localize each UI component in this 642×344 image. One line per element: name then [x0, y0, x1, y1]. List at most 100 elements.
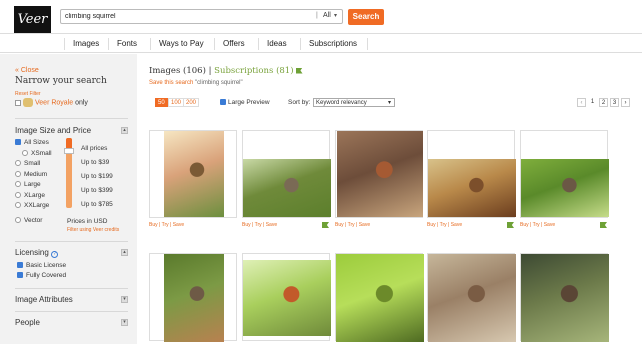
per-page-100[interactable]: 100	[168, 98, 185, 107]
price-39[interactable]: Up to $39	[81, 159, 109, 166]
scope-divider: |	[316, 12, 318, 19]
page-1[interactable]: 1	[588, 98, 597, 107]
chevron-down-icon[interactable]: ▾	[334, 12, 337, 19]
top-bar: Veer | All ▾ Search	[0, 0, 642, 33]
thumbnail-squirrel-climbing-bark[interactable]	[149, 253, 237, 342]
size-all-sizes[interactable]: All Sizes	[15, 139, 49, 146]
nav-item-images[interactable]: Images	[64, 38, 99, 50]
thumbnail-actions[interactable]: Buy | Try | Save	[335, 222, 370, 228]
price-slider[interactable]	[64, 138, 74, 208]
price-all[interactable]: All prices	[81, 145, 107, 152]
expand-icon[interactable]: ▾	[121, 319, 128, 326]
thumbnail-image[interactable]	[521, 159, 609, 217]
radio-icon	[22, 150, 28, 157]
thumbnail-squirrel-facing-camera[interactable]	[427, 130, 516, 218]
size-xxlarge[interactable]: XXLarge	[15, 202, 49, 209]
veer-logo[interactable]: Veer	[14, 6, 51, 33]
search-scope-select[interactable]: All	[323, 12, 331, 19]
search-input[interactable]	[65, 11, 305, 22]
price-785[interactable]: Up to $785	[81, 201, 113, 208]
thumbnail-image[interactable]	[428, 159, 516, 217]
sort-select[interactable]: Keyword relevancy ▾	[313, 98, 395, 107]
size-medium[interactable]: Medium	[15, 171, 47, 178]
thumbnail-squirrel-on-tree-trunk[interactable]	[335, 130, 423, 218]
royale-label: Veer Royale	[35, 99, 74, 107]
thumbnail-image[interactable]	[337, 131, 423, 217]
size-vector[interactable]: Vector	[15, 217, 42, 224]
thumbnail-squirrel-upside-down-green[interactable]	[335, 253, 424, 342]
thumbnail-squirrel-on-grass[interactable]	[242, 130, 331, 218]
thumbnail-actions[interactable]: Buy | Try | Save	[520, 222, 555, 228]
license-fully-covered[interactable]: Fully Covered	[17, 272, 66, 279]
search-button[interactable]: Search	[348, 9, 384, 25]
close-filters-link[interactable]: « Close	[15, 67, 39, 74]
size-label: Large	[24, 181, 41, 188]
thumbnail-image[interactable]	[243, 260, 331, 336]
thumbnail-squirrel-on-trunk-green[interactable]	[520, 130, 609, 218]
size-large[interactable]: Large	[15, 181, 41, 188]
divider	[15, 311, 128, 312]
people-heading[interactable]: People	[15, 318, 40, 327]
radio-icon	[15, 160, 21, 167]
thumbnail-image[interactable]	[164, 131, 224, 217]
size-xlarge[interactable]: XLarge	[15, 192, 45, 199]
veer-royale-filter[interactable]: Veer Royale only	[15, 98, 88, 107]
size-small[interactable]: Small	[15, 160, 40, 167]
sidebar-heading: Narrow your search	[15, 76, 107, 86]
thumbnail-image[interactable]	[521, 254, 609, 342]
image-attributes-heading[interactable]: Image Attributes	[15, 295, 73, 304]
help-icon[interactable]: ?	[51, 251, 59, 258]
thumbnail-image[interactable]	[336, 254, 424, 342]
thumbnail-image[interactable]	[243, 159, 331, 217]
thumbnail-squirrel-sunlit-trunk[interactable]	[149, 130, 237, 218]
search-box: | All ▾	[60, 9, 343, 24]
royale-checkbox[interactable]	[15, 99, 21, 106]
results-area: Images (106) | Subscriptions (81) Save t…	[137, 54, 642, 344]
size-price-heading[interactable]: Image Size and Price	[15, 126, 91, 135]
save-search-link[interactable]: Save this search	[149, 80, 193, 86]
next-page-button[interactable]: ›	[621, 98, 630, 107]
thumbnail-two-squirrels-on-branch[interactable]	[242, 253, 331, 341]
license-basic[interactable]: Basic License	[17, 262, 66, 269]
size-label: XXLarge	[24, 202, 50, 209]
price-slider-handle[interactable]	[64, 148, 74, 154]
price-399[interactable]: Up to $399	[81, 187, 113, 194]
page-2[interactable]: 2	[599, 98, 608, 107]
nav-item-subscriptions[interactable]: Subscriptions	[300, 38, 369, 50]
nav-item-fonts[interactable]: Fonts	[108, 38, 137, 50]
thumbnail-image[interactable]	[428, 254, 516, 342]
subscriptions-count: (81)	[276, 66, 294, 76]
thumbnail-squirrel-on-dark-trunk[interactable]	[520, 253, 609, 342]
per-page-200[interactable]: 200	[183, 98, 200, 107]
thumbnail-image[interactable]	[164, 254, 224, 342]
size-label: XSmall	[31, 150, 52, 157]
licensing-title: Licensing	[15, 248, 49, 257]
thumbnail-actions[interactable]: Buy | Try | Save	[427, 222, 462, 228]
price-199[interactable]: Up to $199	[81, 173, 113, 180]
large-preview-toggle[interactable]: Large Preview	[220, 99, 270, 106]
thumbnail-actions[interactable]: Buy | Try | Save	[149, 222, 184, 228]
veer-credits-link[interactable]: Filter using Veer credits	[67, 227, 119, 233]
thumbnail-squirrel-on-log[interactable]	[427, 253, 516, 342]
collapse-icon[interactable]: ▴	[121, 127, 128, 134]
size-label: XLarge	[24, 192, 45, 199]
save-search: Save this search "climbing squirrel"	[149, 80, 243, 86]
licensing-heading[interactable]: Licensing ?	[15, 248, 59, 258]
size-xsmall[interactable]: XSmall	[22, 150, 52, 157]
nav-item-ideas[interactable]: Ideas	[258, 38, 287, 50]
nav-item-offers[interactable]: Offers	[214, 38, 245, 50]
radio-icon	[15, 171, 21, 178]
collapse-icon[interactable]: ▴	[121, 249, 128, 256]
prev-page-button[interactable]: ‹	[577, 98, 586, 107]
size-label: All Sizes	[24, 139, 49, 146]
license-label: Basic License	[26, 262, 67, 269]
page-3[interactable]: 3	[610, 98, 619, 107]
nav-item-ways-to-pay[interactable]: Ways to Pay	[150, 38, 204, 50]
reset-filter-link[interactable]: Reset Filter	[15, 91, 41, 97]
expand-icon[interactable]: ▾	[121, 296, 128, 303]
thumbnail-actions[interactable]: Buy | Try | Save	[242, 222, 277, 228]
filter-sidebar: « Close Narrow your search Reset Filter …	[0, 54, 137, 344]
subscriptions-link[interactable]: Subscriptions (81)	[214, 66, 293, 76]
chevron-down-icon: ▾	[387, 100, 391, 106]
per-page-50[interactable]: 50	[155, 98, 168, 107]
